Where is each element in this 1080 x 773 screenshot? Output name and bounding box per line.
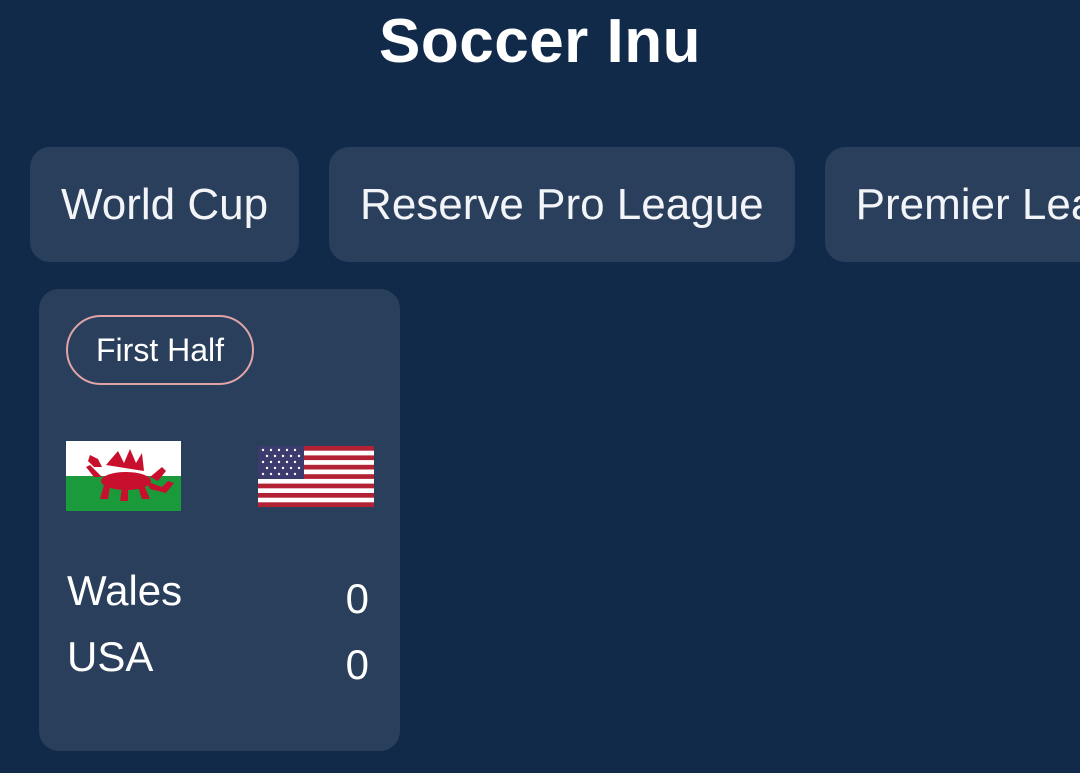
app-screen: Soccer Inu World Cup Reserve Pro League … [0, 0, 1080, 773]
usa-flag-icon [258, 446, 374, 507]
away-team-name: USA [67, 633, 154, 680]
tab-reserve-pro-league[interactable]: Reserve Pro League [329, 147, 795, 262]
home-team-name: Wales [67, 567, 183, 614]
app-title: Soccer Inu [379, 7, 701, 76]
home-team-score: 0 [345, 575, 369, 622]
tab-world-cup[interactable]: World Cup [30, 147, 300, 262]
tab-premier-league[interactable]: Premier League [824, 147, 1080, 262]
match-card[interactable]: First Half Wales 0 USA 0 [39, 289, 400, 751]
league-tabs: World Cup Reserve Pro League Premier Lea… [30, 147, 1080, 262]
away-team-row: USA 0 [67, 629, 369, 688]
wales-flag-icon [66, 441, 181, 511]
home-team-row: Wales 0 [67, 563, 369, 622]
match-status-badge: First Half [66, 315, 254, 385]
away-team-score: 0 [345, 641, 369, 688]
